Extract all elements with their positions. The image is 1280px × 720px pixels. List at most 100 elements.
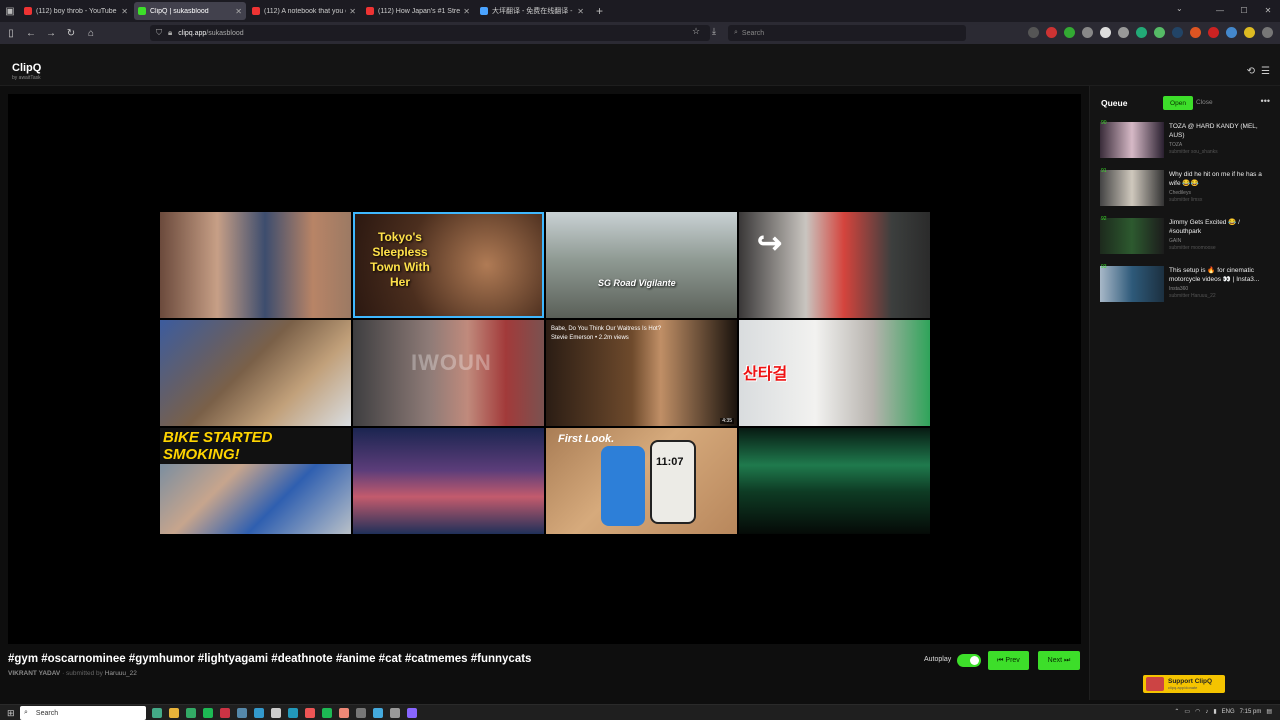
- volume-icon[interactable]: ♪: [1205, 709, 1208, 715]
- library-icon[interactable]: [1028, 27, 1039, 38]
- grid-thumbnail[interactable]: BIKE STARTED SMOKING!: [160, 428, 351, 534]
- grid-thumbnail[interactable]: Babe, Do You Think Our Waitress Is Hot? S…: [546, 320, 737, 426]
- grid-thumbnail[interactable]: ↪: [739, 212, 930, 318]
- extension-icon[interactable]: [1172, 27, 1183, 38]
- reload-button[interactable]: ↻: [62, 28, 80, 39]
- duration-badge: 4:35: [720, 418, 734, 424]
- tab-clipq[interactable]: ClipQ | sukasblood ✕: [134, 2, 246, 20]
- back-button[interactable]: ←: [22, 28, 40, 39]
- support-button[interactable]: Support ClipQ clipq.app/donate: [1143, 675, 1225, 693]
- grid-thumbnail[interactable]: [353, 428, 544, 534]
- new-tab-button[interactable]: +: [596, 4, 603, 18]
- language-indicator[interactable]: ENG: [1222, 709, 1235, 715]
- search-placeholder: Search: [741, 29, 765, 37]
- network-icon[interactable]: ▭: [1184, 708, 1190, 715]
- close-window-button[interactable]: ✕: [1256, 0, 1280, 22]
- extension-icon[interactable]: [1244, 27, 1255, 38]
- autoplay-toggle[interactable]: [957, 654, 981, 667]
- battery-icon[interactable]: ▮: [1213, 708, 1216, 715]
- video-submitter[interactable]: Haruuu_22: [105, 670, 137, 677]
- close-tab-icon[interactable]: ✕: [463, 7, 470, 16]
- extension-icon[interactable]: [1046, 27, 1057, 38]
- history-icon[interactable]: ⟲: [1247, 66, 1255, 77]
- more-options-icon[interactable]: •••: [1261, 96, 1270, 106]
- address-bar[interactable]: ⛉ 🔒︎ clipq.app/sukasblood: [150, 25, 710, 41]
- next-button[interactable]: Next ⏭: [1038, 651, 1080, 670]
- spotify-icon[interactable]: [322, 708, 332, 718]
- puzzle-icon[interactable]: [1262, 27, 1273, 38]
- app-icon[interactable]: [288, 708, 298, 718]
- grid-thumbnail[interactable]: [739, 428, 930, 534]
- tab-translate[interactable]: 大坪翻译 - 免费在线翻译 - 挺塞帆 ✕: [476, 2, 588, 20]
- windows-start-icon[interactable]: ⊞: [7, 708, 15, 719]
- grid-thumbnail[interactable]: 11:07 First Look.: [546, 428, 737, 534]
- queue-item[interactable]: 93 This setup is 🔥 for cinematic motorcy…: [1100, 264, 1276, 306]
- app-icon[interactable]: [339, 708, 349, 718]
- video-player[interactable]: Tokyo's Sleepless Town With Her SG Road …: [8, 94, 1081, 644]
- thumbnail-caption: BIKE STARTED SMOKING!: [160, 428, 351, 464]
- grid-thumbnail[interactable]: [160, 212, 351, 318]
- chevron-up-icon[interactable]: ⌃: [1174, 708, 1179, 715]
- extension-icon[interactable]: [1190, 27, 1201, 38]
- maximize-button[interactable]: ☐: [1232, 0, 1256, 22]
- tab-youtube[interactable]: (112) boy throb - YouTube ✕: [20, 2, 132, 20]
- grid-thumbnail[interactable]: 산타걸: [739, 320, 930, 426]
- close-tab-icon[interactable]: ✕: [349, 7, 356, 16]
- app-icon[interactable]: [407, 708, 417, 718]
- minimize-button[interactable]: —: [1208, 0, 1232, 22]
- close-tab-icon[interactable]: ✕: [577, 7, 584, 16]
- settings-sliders-icon[interactable]: ☰: [1261, 66, 1270, 77]
- app-icon[interactable]: [237, 708, 247, 718]
- download-icon[interactable]: ⤓: [712, 26, 716, 37]
- support-sub: clipq.app/donate: [1168, 685, 1198, 690]
- chevron-down-icon[interactable]: ⌄: [1176, 4, 1183, 13]
- app-icon[interactable]: [356, 708, 366, 718]
- extension-icon[interactable]: [1118, 27, 1129, 38]
- notification-icon[interactable]: ▤: [1266, 708, 1272, 715]
- taskbar-search[interactable]: ⌕ Search: [20, 706, 146, 720]
- wifi-icon[interactable]: ◠: [1195, 708, 1200, 715]
- app-icon[interactable]: [373, 708, 383, 718]
- app-icon[interactable]: [390, 708, 400, 718]
- queue-thumbnail: [1100, 218, 1164, 254]
- prev-button[interactable]: ⏮ Prev: [988, 651, 1029, 670]
- app-icon[interactable]: [152, 708, 162, 718]
- queue-item[interactable]: 91 Why did he hit on me if he has a wife…: [1100, 168, 1276, 210]
- firefox-icon[interactable]: [305, 708, 315, 718]
- grid-thumbnail[interactable]: SG Road Vigilante: [546, 212, 737, 318]
- search-input[interactable]: ⌕ Search: [728, 25, 966, 41]
- app-icon[interactable]: [220, 708, 230, 718]
- app-logo[interactable]: ClipQ: [12, 62, 41, 74]
- close-tab-icon[interactable]: ✕: [121, 7, 128, 16]
- extension-icon[interactable]: [1064, 27, 1075, 38]
- app-icon[interactable]: [186, 708, 196, 718]
- queue-close-button[interactable]: Close: [1196, 99, 1213, 106]
- app-icon[interactable]: [271, 708, 281, 718]
- extension-icon[interactable]: [1100, 27, 1111, 38]
- queue-item[interactable]: 92 Jimmy Gets Excited 😂 / #southpark GAI…: [1100, 216, 1276, 258]
- forward-button[interactable]: →: [42, 28, 60, 39]
- extension-icon[interactable]: [1136, 27, 1147, 38]
- grid-thumbnail[interactable]: Tokyo's Sleepless Town With Her: [353, 212, 544, 318]
- spotify-icon[interactable]: [203, 708, 213, 718]
- home-button[interactable]: ⌂: [82, 28, 100, 39]
- close-tab-icon[interactable]: ✕: [235, 7, 242, 16]
- tab-streamer[interactable]: (112) How Japan's #1 Streamer ... ✕: [362, 2, 474, 20]
- extension-icon[interactable]: [1082, 27, 1093, 38]
- clock[interactable]: 7:15 pm: [1240, 709, 1262, 715]
- app-icon[interactable]: [254, 708, 264, 718]
- tab-notebook[interactable]: (112) A notebook that you can ... ✕: [248, 2, 360, 20]
- tab-list-icon[interactable]: ▣: [0, 0, 20, 22]
- grid-thumbnail[interactable]: IWOUN: [353, 320, 544, 426]
- bookmark-star-icon[interactable]: ☆: [692, 26, 700, 37]
- extension-icon[interactable]: [1154, 27, 1165, 38]
- grid-thumbnail[interactable]: [160, 320, 351, 426]
- extension-icon[interactable]: [1208, 27, 1219, 38]
- queue-open-button[interactable]: Open: [1163, 96, 1193, 110]
- sidebar-toggle-icon[interactable]: ▯: [2, 28, 20, 39]
- extension-icon[interactable]: [1226, 27, 1237, 38]
- folder-icon[interactable]: [169, 708, 179, 718]
- video-author[interactable]: VIKRANT YADAV: [8, 670, 60, 677]
- queue-item-title: TOZA @ HARD KANDY (MEL, AUS): [1169, 123, 1258, 139]
- queue-item[interactable]: 90 TOZA @ HARD KANDY (MEL, AUS) TOZA sub…: [1100, 120, 1276, 162]
